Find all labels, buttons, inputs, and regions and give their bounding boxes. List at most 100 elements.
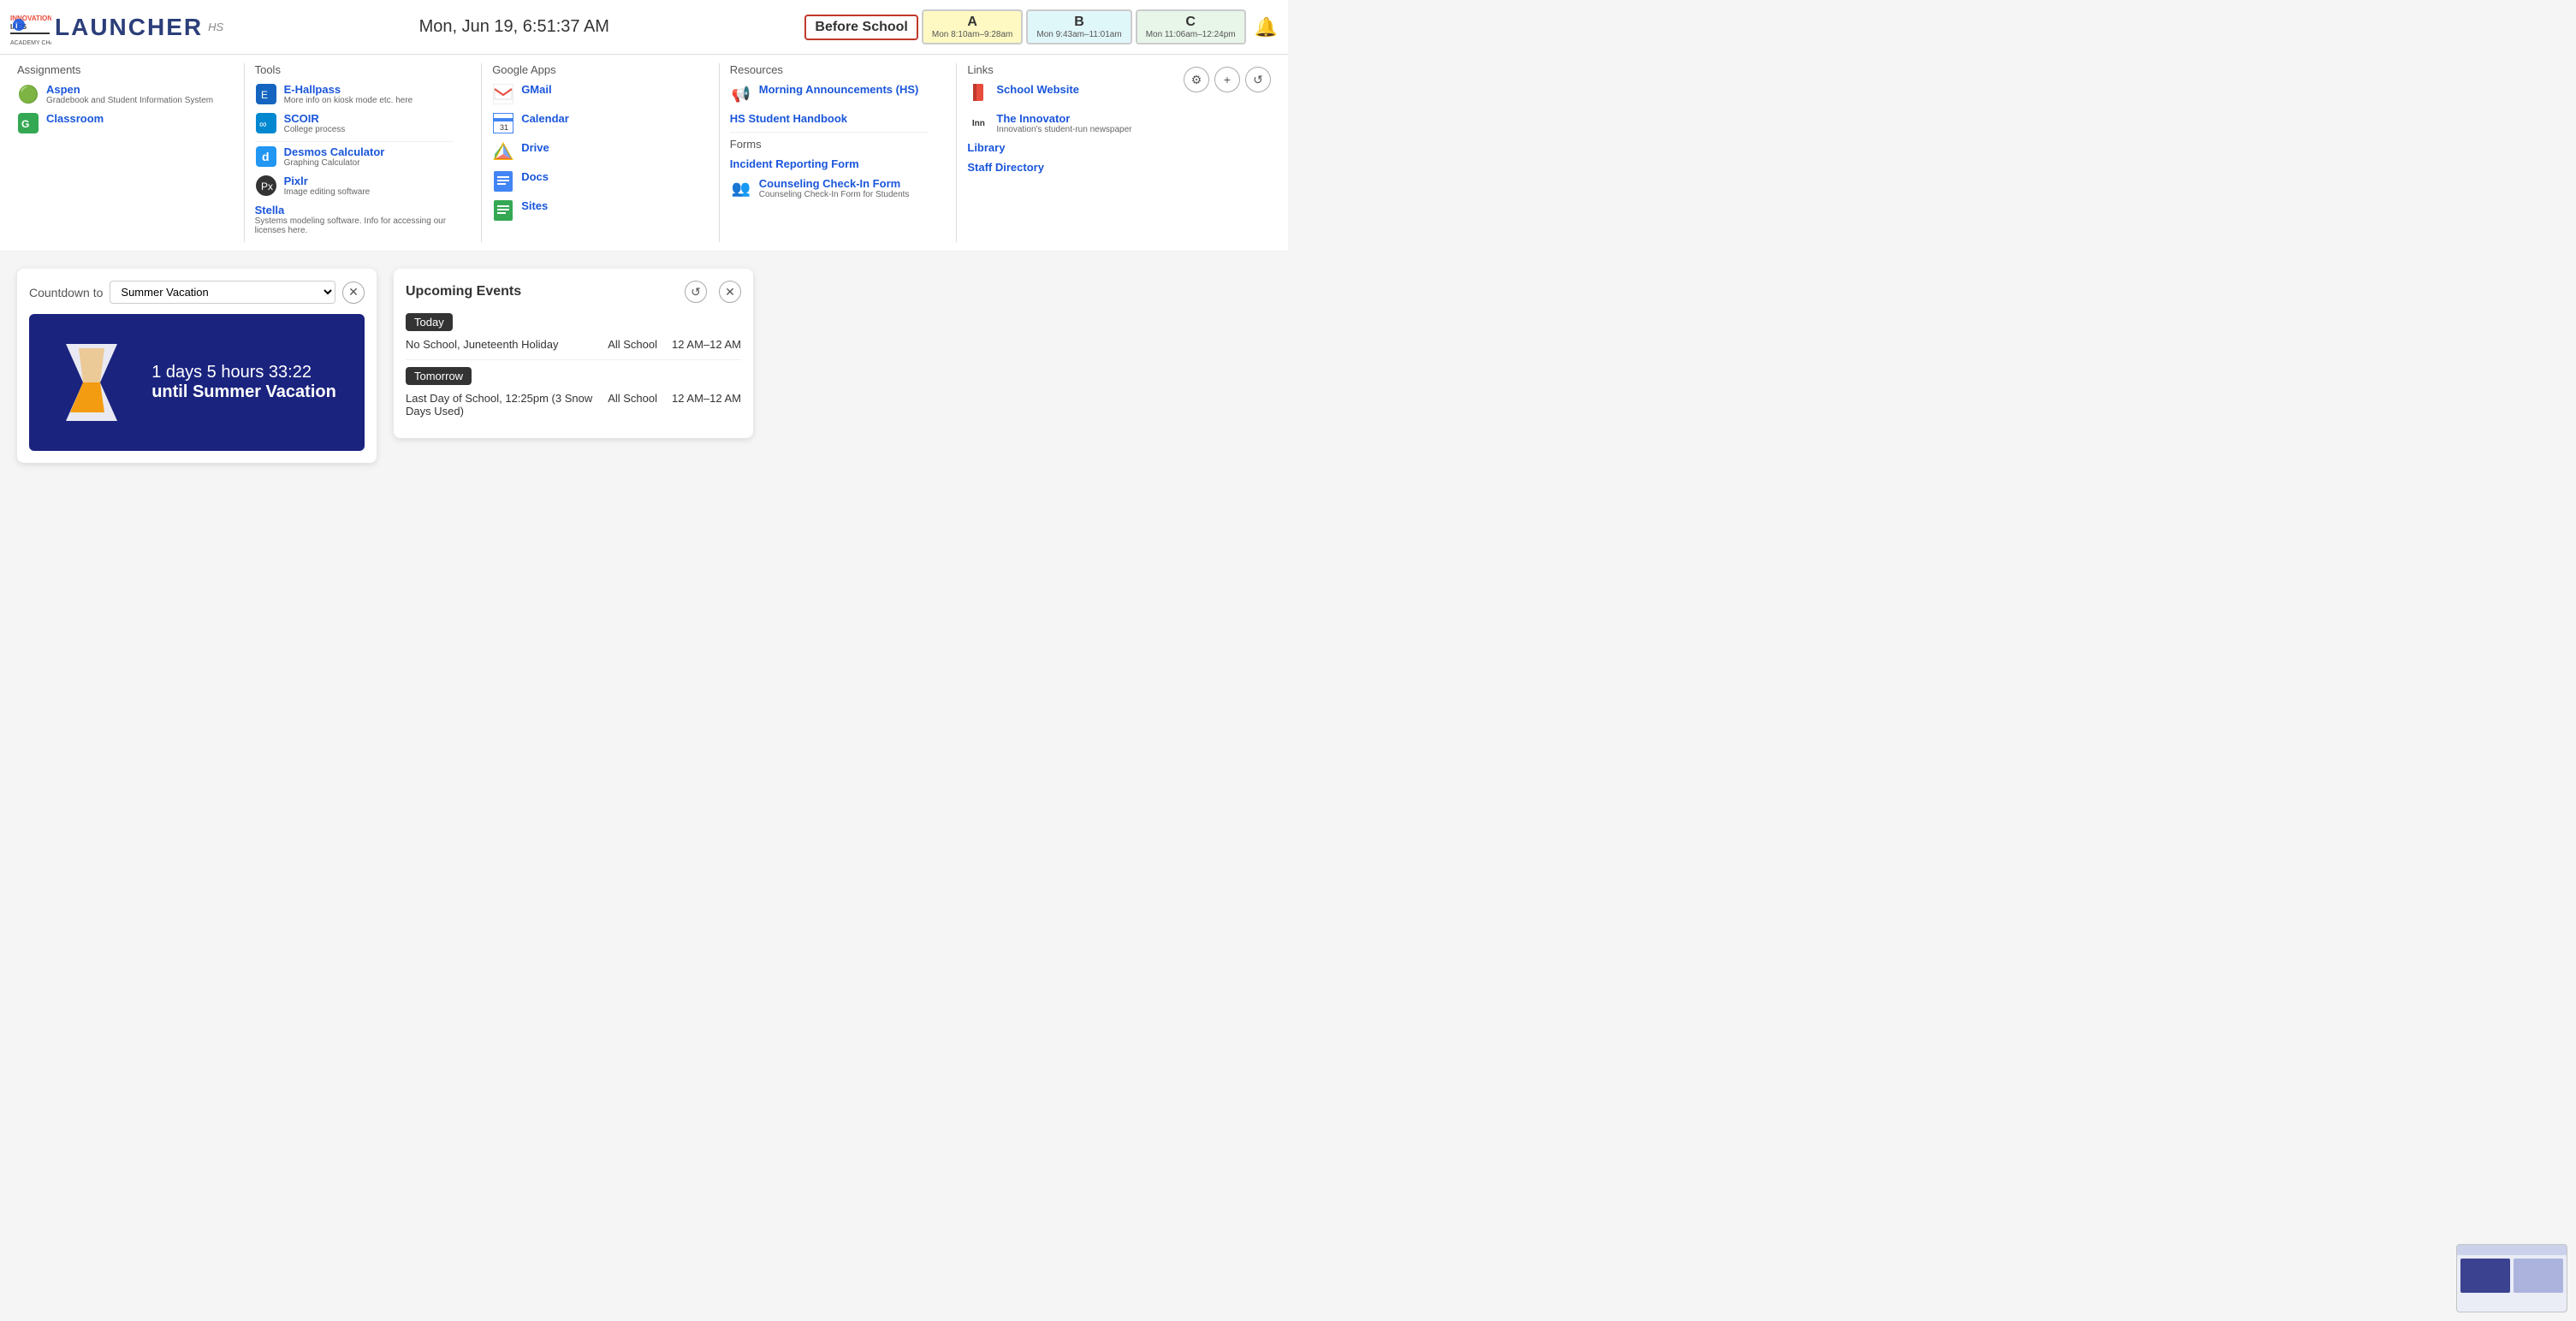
docs-icon xyxy=(492,170,514,193)
today-badge: Today xyxy=(406,313,453,331)
refresh-button[interactable]: ↺ xyxy=(1245,67,1271,92)
pixlr-link[interactable]: Px Pixlr Image editing software xyxy=(255,175,454,197)
scoir-link[interactable]: ∞ SCOIR College process xyxy=(255,112,454,134)
desmos-link[interactable]: d Desmos Calculator Graphing Calculator xyxy=(255,145,454,168)
scoir-text: SCOIR College process xyxy=(284,112,346,134)
ehallpass-link[interactable]: E E-Hallpass More info on kiosk mode etc… xyxy=(255,83,454,105)
scoir-icon: ∞ xyxy=(255,112,277,134)
hs-handbook-link[interactable]: HS Student Handbook xyxy=(730,112,929,125)
events-refresh-button[interactable]: ↺ xyxy=(685,281,707,303)
settings-icon: ⚙ xyxy=(1191,73,1202,87)
staff-directory-link[interactable]: Staff Directory xyxy=(967,161,1166,174)
bell-icon: 🔔 xyxy=(1255,16,1278,39)
logo-icon: INNOVATION IACS ACADEMY CHARTER SCHOOL i xyxy=(10,7,51,48)
counseling-sub: Counseling Check-In Form for Students xyxy=(759,190,910,199)
countdown-dropdown[interactable]: Summer Vacation xyxy=(110,281,335,304)
library-title: Library xyxy=(967,141,1005,154)
morning-announcements-link[interactable]: 📢 Morning Announcements (HS) xyxy=(730,83,929,105)
nav-bar: Assignments 🟢 Aspen Gradebook and Studen… xyxy=(0,55,1288,252)
stella-link[interactable]: Stella Systems modeling software. Info f… xyxy=(255,204,454,235)
forms-title: Forms xyxy=(730,138,929,151)
svg-text:d: d xyxy=(262,150,270,163)
svg-text:31: 31 xyxy=(500,123,508,132)
sites-link[interactable]: Sites xyxy=(492,199,691,222)
period-tab-c[interactable]: C Mon 11:06am–12:24pm xyxy=(1136,9,1246,44)
incident-text: Incident Reporting Form xyxy=(730,157,859,170)
period-tab-a[interactable]: A Mon 8:10am–9:28am xyxy=(922,9,1024,44)
today-event-1: No School, Juneteenth Holiday All School… xyxy=(406,338,741,351)
drive-icon xyxy=(492,141,514,163)
logo-area: INNOVATION IACS ACADEMY CHARTER SCHOOL i… xyxy=(10,7,223,48)
tomorrow-badge: Tomorrow xyxy=(406,367,472,385)
calendar-title: Calendar xyxy=(521,112,569,125)
header: INNOVATION IACS ACADEMY CHARTER SCHOOL i… xyxy=(0,0,1288,55)
gmail-icon xyxy=(492,83,514,105)
announcements-title: Morning Announcements (HS) xyxy=(759,83,919,96)
stella-title: Stella xyxy=(255,204,454,216)
countdown-close-button[interactable]: ✕ xyxy=(342,281,365,304)
divider-4 xyxy=(956,63,957,242)
innovator-link[interactable]: Ιnn The Innovator Innovation's student-r… xyxy=(967,112,1166,134)
period-before-school-label: Before School xyxy=(815,20,907,35)
hs-badge: HS xyxy=(208,21,223,33)
innovator-text: The Innovator Innovation's student-run n… xyxy=(996,112,1131,134)
add-icon: + xyxy=(1224,73,1231,86)
gmail-link[interactable]: GMail xyxy=(492,83,691,105)
drive-text: Drive xyxy=(521,141,549,154)
staff-directory-title: Staff Directory xyxy=(967,161,1044,174)
countdown-label: Countdown to xyxy=(29,286,103,299)
calendar-link[interactable]: 31 Calendar xyxy=(492,112,691,134)
today-event-1-name: No School, Juneteenth Holiday xyxy=(406,338,601,351)
mini-preview-content xyxy=(2457,1255,2567,1296)
google-apps-title: Google Apps xyxy=(492,63,691,76)
classroom-title: Classroom xyxy=(46,112,104,125)
aspen-icon: 🟢 xyxy=(17,83,39,105)
close-icon: ✕ xyxy=(348,285,359,299)
mini-preview xyxy=(2456,1244,2567,1312)
docs-link[interactable]: Docs xyxy=(492,170,691,193)
svg-text:ACADEMY CHARTER SCHOOL: ACADEMY CHARTER SCHOOL xyxy=(10,40,51,46)
period-tab-before-school[interactable]: Before School xyxy=(804,15,917,40)
incident-form-link[interactable]: Incident Reporting Form xyxy=(730,157,929,170)
events-close-icon: ✕ xyxy=(725,285,735,299)
refresh-icon: ↺ xyxy=(1253,73,1263,87)
settings-button[interactable]: ⚙ xyxy=(1184,67,1209,92)
drive-link[interactable]: Drive xyxy=(492,141,691,163)
counseling-form-link[interactable]: 👥 Counseling Check-In Form Counseling Ch… xyxy=(730,177,929,199)
period-b-time: Mon 9:43am–11:01am xyxy=(1036,30,1121,39)
add-button[interactable]: + xyxy=(1214,67,1240,92)
school-website-text: School Website xyxy=(996,83,1079,96)
period-b-label: B xyxy=(1036,15,1121,30)
library-link[interactable]: Library xyxy=(967,141,1166,154)
aspen-link[interactable]: 🟢 Aspen Gradebook and Student Informatio… xyxy=(17,83,217,105)
events-divider xyxy=(406,359,741,360)
ehallpass-icon: E xyxy=(255,83,277,105)
resources-section: Resources 📢 Morning Announcements (HS) H… xyxy=(730,63,947,206)
google-apps-section: Google Apps GMail 31 Calendar Drive xyxy=(492,63,709,228)
tomorrow-event-1-school: All School xyxy=(608,392,657,405)
classroom-text: Classroom xyxy=(46,112,104,125)
events-header: Upcoming Events ↺ ✕ xyxy=(406,281,741,303)
svg-text:Px: Px xyxy=(261,181,273,193)
drive-title: Drive xyxy=(521,141,549,154)
school-website-link[interactable]: School Website xyxy=(967,83,1166,105)
sites-text: Sites xyxy=(521,199,548,212)
library-text: Library xyxy=(967,141,1005,154)
sites-title: Sites xyxy=(521,199,548,212)
classroom-link[interactable]: G Classroom xyxy=(17,112,217,134)
calendar-icon: 31 xyxy=(492,112,514,134)
divider-1 xyxy=(244,63,245,242)
tomorrow-event-1-time: 12 AM–12 AM xyxy=(664,392,741,405)
events-close-button[interactable]: ✕ xyxy=(719,281,741,303)
incident-title: Incident Reporting Form xyxy=(730,157,859,170)
period-tab-b[interactable]: B Mon 9:43am–11:01am xyxy=(1026,9,1131,44)
events-title: Upcoming Events xyxy=(406,284,685,299)
classroom-icon: G xyxy=(17,112,39,134)
clock-display: Mon, Jun 19, 6:51:37 AM xyxy=(223,17,804,37)
until-prefix: until xyxy=(151,382,187,401)
pixlr-text: Pixlr Image editing software xyxy=(284,175,371,197)
links-title: Links xyxy=(967,63,1166,76)
counseling-icon: 👥 xyxy=(730,177,752,199)
mini-preview-box-1 xyxy=(2460,1259,2510,1293)
period-a-label: A xyxy=(932,15,1013,30)
